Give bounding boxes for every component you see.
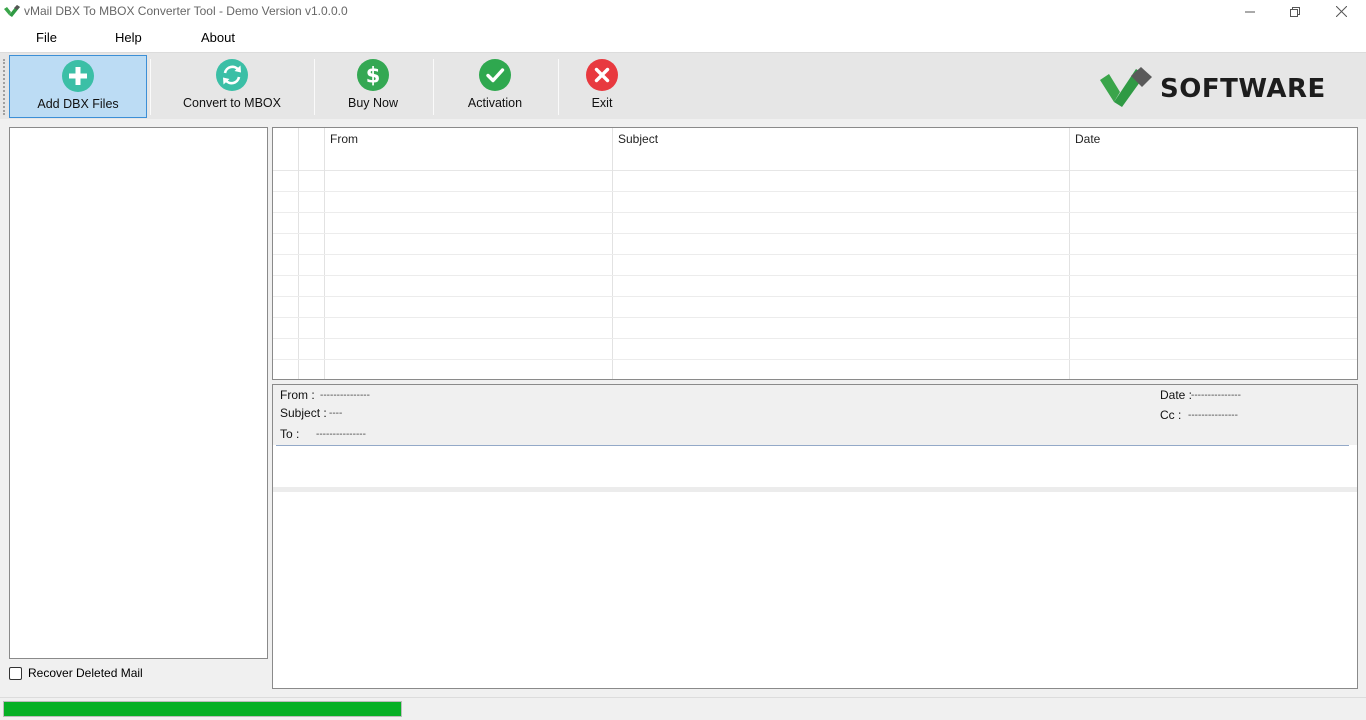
folder-tree-panel[interactable]	[9, 127, 268, 659]
table-row[interactable]	[273, 234, 1357, 255]
minimize-icon	[1245, 11, 1255, 12]
menu-bar: File Help About	[0, 23, 1366, 52]
plus-circle-icon	[62, 60, 94, 92]
check-circle-icon	[479, 59, 511, 91]
from-value: ---------------	[320, 390, 370, 401]
grid-header: From Subject Date	[273, 128, 1357, 171]
table-row[interactable]	[273, 171, 1357, 192]
brand-name: SOFTWARE	[1160, 74, 1326, 104]
menu-about[interactable]: About	[201, 30, 235, 45]
convert-to-mbox-label: Convert to MBOX	[183, 96, 281, 110]
menu-file[interactable]: File	[36, 30, 57, 45]
menu-help[interactable]: Help	[115, 30, 142, 45]
mail-list-grid[interactable]: From Subject Date	[272, 127, 1358, 380]
svg-text:$: $	[366, 64, 381, 88]
column-header-subject[interactable]: Subject	[618, 132, 658, 146]
toolbar-separator	[558, 59, 559, 115]
table-row[interactable]	[273, 213, 1357, 234]
to-value: ---------------	[316, 429, 366, 440]
app-logo-icon	[4, 5, 20, 17]
table-row[interactable]	[273, 276, 1357, 297]
progress-bar	[3, 701, 402, 717]
close-icon	[1335, 6, 1347, 17]
date-value: ---------------	[1191, 390, 1241, 401]
close-window-button[interactable]	[1318, 0, 1364, 23]
date-label: Date :	[1160, 388, 1193, 402]
brand-logo: SOFTWARE	[1098, 63, 1328, 109]
recover-deleted-mail-label: Recover Deleted Mail	[28, 666, 143, 680]
preview-header: From : --------------- Subject : ---- To…	[273, 385, 1357, 445]
buy-now-label: Buy Now	[347, 96, 399, 110]
table-row[interactable]	[273, 339, 1357, 360]
activation-label: Activation	[467, 96, 523, 110]
toolbar-grip[interactable]	[3, 59, 5, 115]
dollar-icon: $	[357, 59, 389, 91]
title-bar: vMail DBX To MBOX Converter Tool - Demo …	[0, 0, 1366, 23]
toolbar-separator	[433, 59, 434, 115]
table-row[interactable]	[273, 297, 1357, 318]
restore-button[interactable]	[1272, 0, 1318, 23]
add-dbx-files-label: Add DBX Files	[37, 97, 119, 111]
cc-label: Cc :	[1160, 408, 1182, 422]
restore-icon	[1290, 6, 1300, 17]
table-row[interactable]	[273, 192, 1357, 213]
window-title: vMail DBX To MBOX Converter Tool - Demo …	[24, 4, 348, 18]
exit-button[interactable]: Exit	[580, 55, 624, 118]
sync-icon	[216, 59, 248, 91]
attachment-bar	[273, 487, 1357, 492]
recover-deleted-mail-option[interactable]: Recover Deleted Mail	[9, 666, 143, 680]
toolbar: Add DBX Files Convert to MBOX $ Buy Now …	[0, 52, 1366, 119]
exit-label: Exit	[591, 96, 613, 110]
header-divider	[276, 445, 1349, 446]
add-dbx-files-button[interactable]: Add DBX Files	[9, 55, 147, 118]
column-header-date[interactable]: Date	[1075, 132, 1100, 146]
activation-button[interactable]: Activation	[460, 55, 530, 118]
recover-deleted-mail-checkbox[interactable]	[9, 666, 22, 680]
toolbar-separator	[314, 59, 315, 115]
brand-logo-icon	[1100, 67, 1152, 107]
toolbar-separator	[150, 59, 151, 115]
mail-preview-panel: From : --------------- Subject : ---- To…	[272, 384, 1358, 689]
convert-to-mbox-button[interactable]: Convert to MBOX	[176, 55, 288, 118]
subject-label: Subject :	[280, 406, 327, 420]
status-bar	[0, 697, 1366, 720]
table-row[interactable]	[273, 360, 1357, 379]
from-label: From :	[280, 388, 315, 402]
to-label: To :	[280, 427, 300, 441]
column-header-from[interactable]: From	[330, 132, 358, 146]
close-circle-icon	[586, 59, 618, 91]
minimize-button[interactable]	[1227, 0, 1273, 23]
buy-now-button[interactable]: $ Buy Now	[340, 55, 406, 118]
progress-fill	[4, 702, 401, 716]
cc-value: ---------------	[1188, 410, 1238, 421]
table-row[interactable]	[273, 255, 1357, 276]
subject-value: ----	[329, 408, 343, 419]
table-row[interactable]	[273, 318, 1357, 339]
